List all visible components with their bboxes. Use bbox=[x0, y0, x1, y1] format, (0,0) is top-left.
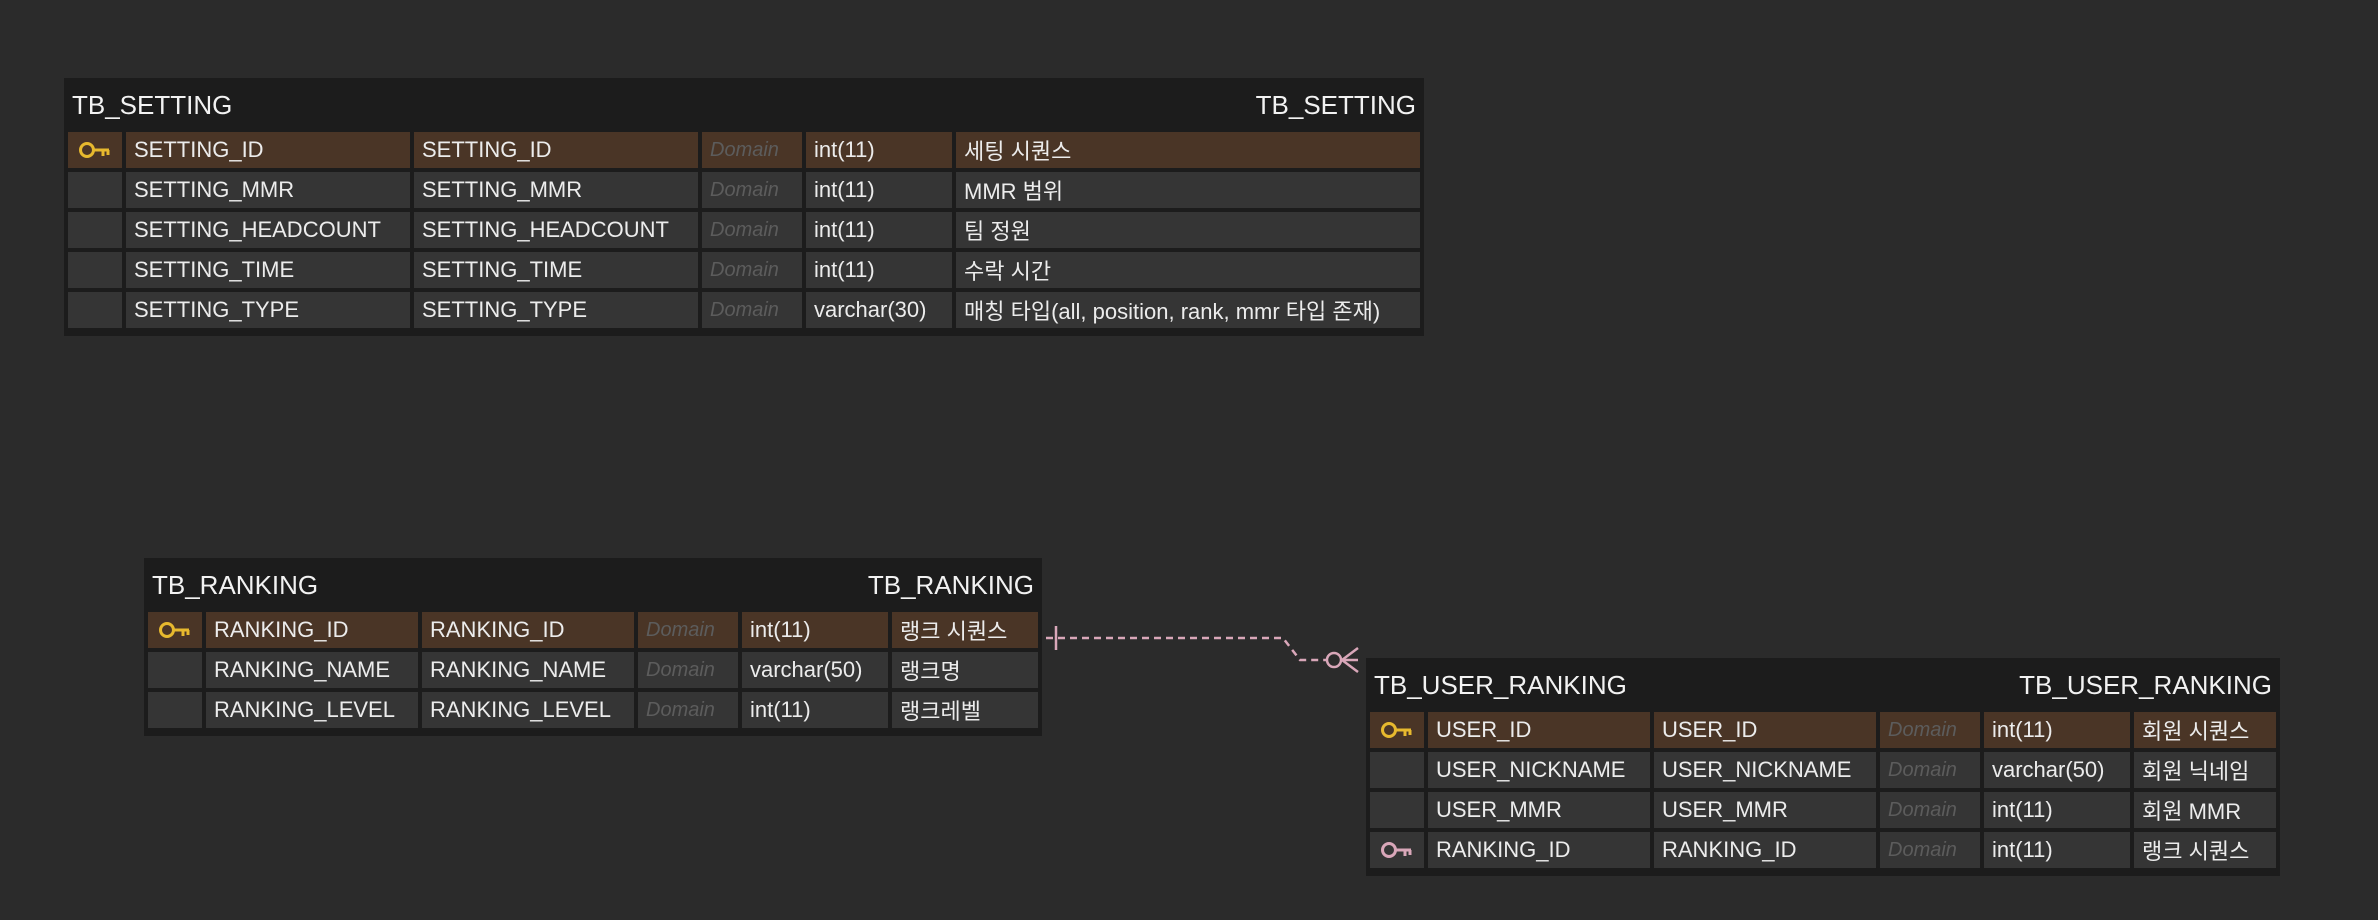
column-domain[interactable]: Domain bbox=[638, 652, 738, 688]
zero-cardinality-mark bbox=[1325, 651, 1343, 669]
column-logical-name[interactable]: SETTING_HEADCOUNT bbox=[126, 212, 410, 248]
column-logical-name[interactable]: RANKING_LEVEL bbox=[206, 692, 418, 728]
column-comment[interactable]: 랭크 시퀀스 bbox=[2134, 832, 2276, 868]
column-domain[interactable]: Domain bbox=[1880, 752, 1980, 788]
key-slot bbox=[68, 292, 122, 328]
column-data-type[interactable]: varchar(50) bbox=[742, 652, 888, 688]
primary-key-icon bbox=[68, 132, 122, 168]
column-logical-name[interactable]: SETTING_TIME bbox=[126, 252, 410, 288]
column-domain[interactable]: Domain bbox=[702, 132, 802, 168]
table-row[interactable]: SETTING_HEADCOUNT SETTING_HEADCOUNT Domain… bbox=[68, 212, 1420, 248]
column-domain[interactable]: Domain bbox=[638, 612, 738, 648]
column-logical-name[interactable]: SETTING_TYPE bbox=[126, 292, 410, 328]
column-data-type[interactable]: int(11) bbox=[742, 612, 888, 648]
key-slot bbox=[1370, 752, 1424, 788]
column-physical-name[interactable]: USER_ID bbox=[1654, 712, 1876, 748]
column-comment[interactable]: 랭크레벨 bbox=[892, 692, 1038, 728]
column-comment[interactable]: 수락 시간 bbox=[956, 252, 1420, 288]
column-logical-name[interactable]: RANKING_NAME bbox=[206, 652, 418, 688]
column-data-type[interactable]: int(11) bbox=[806, 132, 952, 168]
column-domain[interactable]: Domain bbox=[1880, 832, 1980, 868]
column-physical-name[interactable]: RANKING_LEVEL bbox=[422, 692, 634, 728]
primary-key-icon bbox=[1370, 712, 1424, 748]
entity-header: TB_SETTING TB_SETTING bbox=[68, 78, 1420, 132]
entity-title-logical: TB_RANKING bbox=[152, 569, 319, 600]
entity-title-physical: TB_RANKING bbox=[867, 569, 1034, 600]
table-row[interactable]: SETTING_TYPE SETTING_TYPE Domain varchar(30… bbox=[68, 292, 1420, 328]
column-comment[interactable]: 팀 정원 bbox=[956, 212, 1420, 248]
column-logical-name[interactable]: SETTING_ID bbox=[126, 132, 410, 168]
key-slot bbox=[68, 212, 122, 248]
table-row[interactable]: RANKING_ID RANKING_ID Domain int(11) 랭크 시퀀스 bbox=[1370, 832, 2276, 868]
table-row[interactable]: USER_NICKNAME USER_NICKNAME Domain varchar(… bbox=[1370, 752, 2276, 788]
column-domain[interactable]: Domain bbox=[702, 292, 802, 328]
table-row[interactable]: SETTING_ID SETTING_ID Domain int(11) 세팅 시퀀스 bbox=[68, 132, 1420, 168]
column-physical-name[interactable]: RANKING_ID bbox=[422, 612, 634, 648]
column-data-type[interactable]: int(11) bbox=[1984, 712, 2130, 748]
column-comment[interactable]: 랭크 시퀀스 bbox=[892, 612, 1038, 648]
column-physical-name[interactable]: RANKING_NAME bbox=[422, 652, 634, 688]
column-data-type[interactable]: int(11) bbox=[806, 172, 952, 208]
table-row[interactable]: RANKING_LEVEL RANKING_LEVEL Domain int(11) 랭… bbox=[148, 692, 1038, 728]
column-logical-name[interactable]: USER_NICKNAME bbox=[1428, 752, 1650, 788]
column-data-type[interactable]: int(11) bbox=[742, 692, 888, 728]
table-row[interactable]: RANKING_NAME RANKING_NAME Domain varchar(50… bbox=[148, 652, 1038, 688]
entity-header: TB_USER_RANKING TB_USER_RANKING bbox=[1370, 658, 2276, 712]
table-row[interactable]: RANKING_ID RANKING_ID Domain int(11) 랭크 시퀀스 bbox=[148, 612, 1038, 648]
table-row[interactable]: SETTING_MMR SETTING_MMR Domain int(11) MMR 범… bbox=[68, 172, 1420, 208]
table-row[interactable]: SETTING_TIME SETTING_TIME Domain int(11) 수락 … bbox=[68, 252, 1420, 288]
column-domain[interactable]: Domain bbox=[638, 692, 738, 728]
entity-tb-ranking[interactable]: TB_RANKING TB_RANKING RANKING_ID RANKING_… bbox=[144, 558, 1042, 736]
column-physical-name[interactable]: SETTING_ID bbox=[414, 132, 698, 168]
column-data-type[interactable]: varchar(50) bbox=[1984, 752, 2130, 788]
key-slot bbox=[68, 172, 122, 208]
column-domain[interactable]: Domain bbox=[1880, 792, 1980, 828]
entity-title-logical: TB_USER_RANKING bbox=[1374, 669, 1627, 700]
column-data-type[interactable]: int(11) bbox=[806, 252, 952, 288]
column-comment[interactable]: 회원 시퀀스 bbox=[2134, 712, 2276, 748]
entity-tb-user-ranking[interactable]: TB_USER_RANKING TB_USER_RANKING USER_ID U… bbox=[1366, 658, 2280, 876]
column-data-type[interactable]: int(11) bbox=[1984, 832, 2130, 868]
key-slot bbox=[68, 252, 122, 288]
column-domain[interactable]: Domain bbox=[1880, 712, 1980, 748]
column-physical-name[interactable]: SETTING_TIME bbox=[414, 252, 698, 288]
column-data-type[interactable]: varchar(30) bbox=[806, 292, 952, 328]
column-logical-name[interactable]: SETTING_MMR bbox=[126, 172, 410, 208]
table-row[interactable]: USER_MMR USER_MMR Domain int(11) 회원 MMR bbox=[1370, 792, 2276, 828]
column-physical-name[interactable]: SETTING_HEADCOUNT bbox=[414, 212, 698, 248]
entity-tb-setting[interactable]: TB_SETTING TB_SETTING SETTING_ID SETTING_… bbox=[64, 78, 1424, 336]
table-row[interactable]: USER_ID USER_ID Domain int(11) 회원 시퀀스 bbox=[1370, 712, 2276, 748]
column-logical-name[interactable]: RANKING_ID bbox=[1428, 832, 1650, 868]
column-comment[interactable]: 매칭 타입(all, position, rank, mmr 타입 존재) bbox=[956, 292, 1420, 328]
column-comment[interactable]: 랭크명 bbox=[892, 652, 1038, 688]
entity-header: TB_RANKING TB_RANKING bbox=[148, 558, 1038, 612]
column-comment[interactable]: 회원 MMR bbox=[2134, 792, 2276, 828]
column-data-type[interactable]: int(11) bbox=[806, 212, 952, 248]
column-domain[interactable]: Domain bbox=[702, 252, 802, 288]
many-cardinality-mark bbox=[1341, 647, 1359, 673]
column-physical-name[interactable]: SETTING_TYPE bbox=[414, 292, 698, 328]
key-slot bbox=[1370, 792, 1424, 828]
column-comment[interactable]: 회원 닉네임 bbox=[2134, 752, 2276, 788]
entity-title-physical: TB_USER_RANKING bbox=[2019, 669, 2272, 700]
column-physical-name[interactable]: SETTING_MMR bbox=[414, 172, 698, 208]
column-domain[interactable]: Domain bbox=[702, 172, 802, 208]
column-physical-name[interactable]: RANKING_ID bbox=[1654, 832, 1876, 868]
column-physical-name[interactable]: USER_NICKNAME bbox=[1654, 752, 1876, 788]
column-logical-name[interactable]: USER_MMR bbox=[1428, 792, 1650, 828]
column-comment[interactable]: MMR 범위 bbox=[956, 172, 1420, 208]
key-slot bbox=[148, 692, 202, 728]
entity-title-physical: TB_SETTING bbox=[1255, 89, 1416, 120]
column-comment[interactable]: 세팅 시퀀스 bbox=[956, 132, 1420, 168]
column-domain[interactable]: Domain bbox=[702, 212, 802, 248]
foreign-key-icon bbox=[1370, 832, 1424, 868]
ranking-to-user-ranking-connector bbox=[1046, 636, 1328, 662]
column-logical-name[interactable]: USER_ID bbox=[1428, 712, 1650, 748]
column-logical-name[interactable]: RANKING_ID bbox=[206, 612, 418, 648]
column-data-type[interactable]: int(11) bbox=[1984, 792, 2130, 828]
primary-key-icon bbox=[148, 612, 202, 648]
column-physical-name[interactable]: USER_MMR bbox=[1654, 792, 1876, 828]
key-slot bbox=[148, 652, 202, 688]
entity-title-logical: TB_SETTING bbox=[72, 89, 233, 120]
